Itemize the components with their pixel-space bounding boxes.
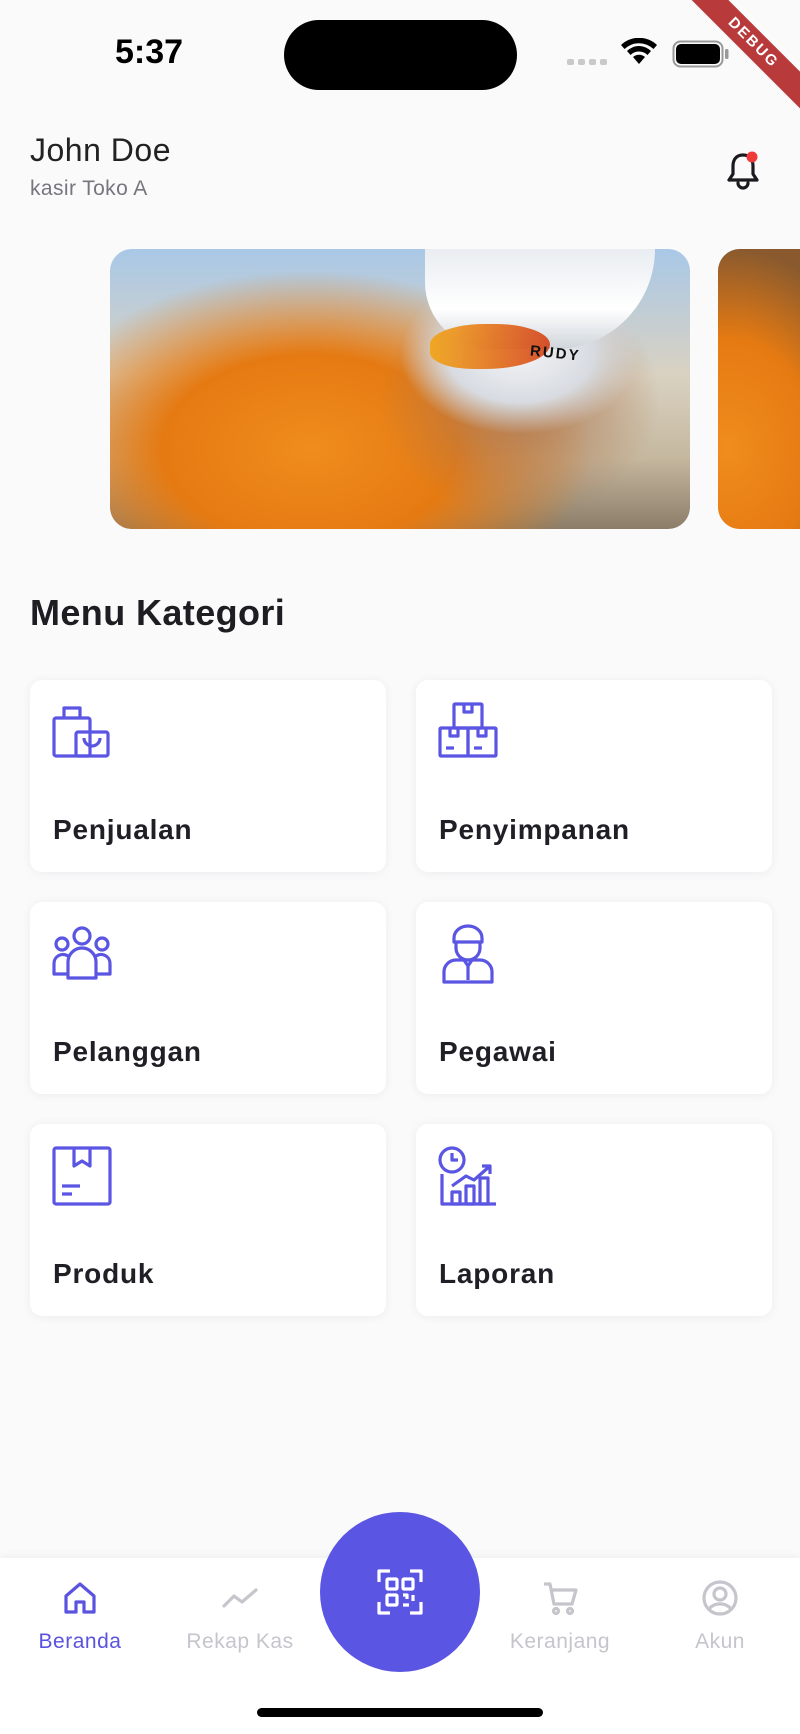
next-slide-photo <box>718 249 800 529</box>
employee-icon <box>442 924 494 984</box>
notification-bell-icon[interactable] <box>724 150 762 192</box>
section-title: Menu Kategori <box>30 592 286 633</box>
nav-label-keranjang: Keranjang <box>509 1630 611 1653</box>
shopping-bag-icon <box>52 706 110 758</box>
carousel-slide-next[interactable] <box>718 249 800 529</box>
user-role: kasir Toko A <box>30 177 148 200</box>
menu-card-laporan[interactable]: Laporan <box>416 1124 772 1316</box>
account-icon <box>702 1580 738 1616</box>
trend-line-icon <box>222 1588 258 1608</box>
status-time: 5:37 <box>115 33 184 71</box>
home-indicator <box>257 1708 543 1717</box>
menu-card-penyimpanan[interactable]: Penyimpanan <box>416 680 772 872</box>
menu-label-laporan: Laporan <box>439 1258 556 1289</box>
menu-card-penjualan[interactable]: Penjualan <box>30 680 386 872</box>
cellular-signal-icon <box>567 59 607 65</box>
cart-icon <box>544 1582 578 1616</box>
nav-beranda[interactable]: Beranda <box>0 1558 160 1688</box>
menu-label-penyimpanan: Penyimpanan <box>439 814 630 845</box>
home-icon <box>64 1582 96 1614</box>
dynamic-island <box>284 20 517 90</box>
nav-label-beranda: Beranda <box>38 1630 122 1653</box>
carousel-slide-cyclist[interactable]: RUDY <box>110 249 690 529</box>
status-bar: 5:37 DEBUG <box>0 0 800 113</box>
user-header: John Doe kasir Toko A <box>30 132 770 212</box>
nav-label-rekap-kas: Rekap Kas <box>186 1630 294 1653</box>
promo-carousel[interactable]: RUDY <box>0 249 800 529</box>
report-chart-icon <box>438 1146 496 1206</box>
scan-fab-button[interactable] <box>320 1512 480 1672</box>
menu-label-pelanggan: Pelanggan <box>53 1036 202 1067</box>
menu-label-produk: Produk <box>53 1258 155 1289</box>
user-name: John Doe <box>30 132 171 168</box>
nav-rekap-kas[interactable]: Rekap Kas <box>160 1558 320 1688</box>
menu-label-pegawai: Pegawai <box>439 1036 557 1067</box>
debug-label: DEBUG <box>683 0 800 113</box>
menu-card-pegawai[interactable]: Pegawai <box>416 902 772 1094</box>
menu-card-produk[interactable]: Produk <box>30 1124 386 1316</box>
menu-card-pelanggan[interactable]: Pelanggan <box>30 902 386 1094</box>
wifi-icon <box>621 38 657 64</box>
nav-akun[interactable]: Akun <box>640 1558 800 1688</box>
nav-keranjang[interactable]: Keranjang <box>480 1558 640 1688</box>
product-box-icon <box>52 1146 112 1206</box>
menu-label-penjualan: Penjualan <box>53 814 193 845</box>
qr-scan-icon <box>377 1569 423 1615</box>
nav-label-akun: Akun <box>695 1630 745 1653</box>
users-group-icon <box>52 926 112 980</box>
debug-banner: DEBUG <box>680 0 800 120</box>
stacked-boxes-icon <box>438 702 498 758</box>
